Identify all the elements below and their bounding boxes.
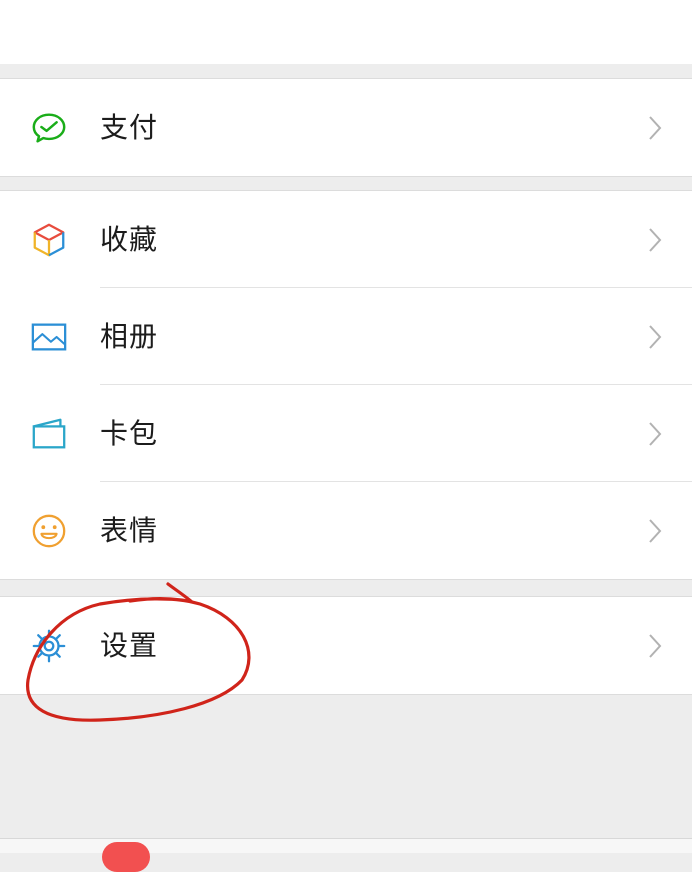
menu-item-label: 相册 — [100, 320, 159, 353]
profile-card[interactable] — [0, 0, 692, 64]
chevron-right-icon — [649, 116, 662, 140]
wechat-pay-icon — [32, 113, 66, 143]
menu-item-label: 收藏 — [100, 223, 159, 256]
menu-item-label: 表情 — [100, 514, 159, 547]
chevron-right-icon — [649, 228, 662, 252]
chevron-right-icon — [649, 519, 662, 543]
pay-group: 支付 — [0, 78, 692, 177]
menu-item-favorites[interactable]: 收藏 — [0, 191, 692, 288]
menu-item-label: 卡包 — [100, 417, 159, 450]
chevron-right-icon — [649, 634, 662, 658]
menu-item-album[interactable]: 相册 — [0, 288, 692, 385]
chevron-right-icon — [649, 422, 662, 446]
settings-group: 设置 — [0, 596, 692, 695]
menu-item-pay[interactable]: 支付 — [0, 79, 692, 176]
unread-badge — [102, 842, 150, 872]
features-group: 收藏 相册 卡包 表情 — [0, 190, 692, 580]
gear-icon — [32, 629, 66, 663]
menu-item-label: 设置 — [100, 629, 159, 662]
wallet-icon — [32, 418, 66, 449]
chevron-right-icon — [649, 325, 662, 349]
menu-item-label: 支付 — [100, 111, 159, 144]
menu-item-cards[interactable]: 卡包 — [0, 385, 692, 482]
cube-icon — [33, 223, 65, 257]
menu-item-settings[interactable]: 设置 — [0, 597, 692, 694]
menu-item-stickers[interactable]: 表情 — [0, 482, 692, 579]
smiley-icon — [32, 514, 66, 548]
image-icon — [31, 323, 67, 351]
